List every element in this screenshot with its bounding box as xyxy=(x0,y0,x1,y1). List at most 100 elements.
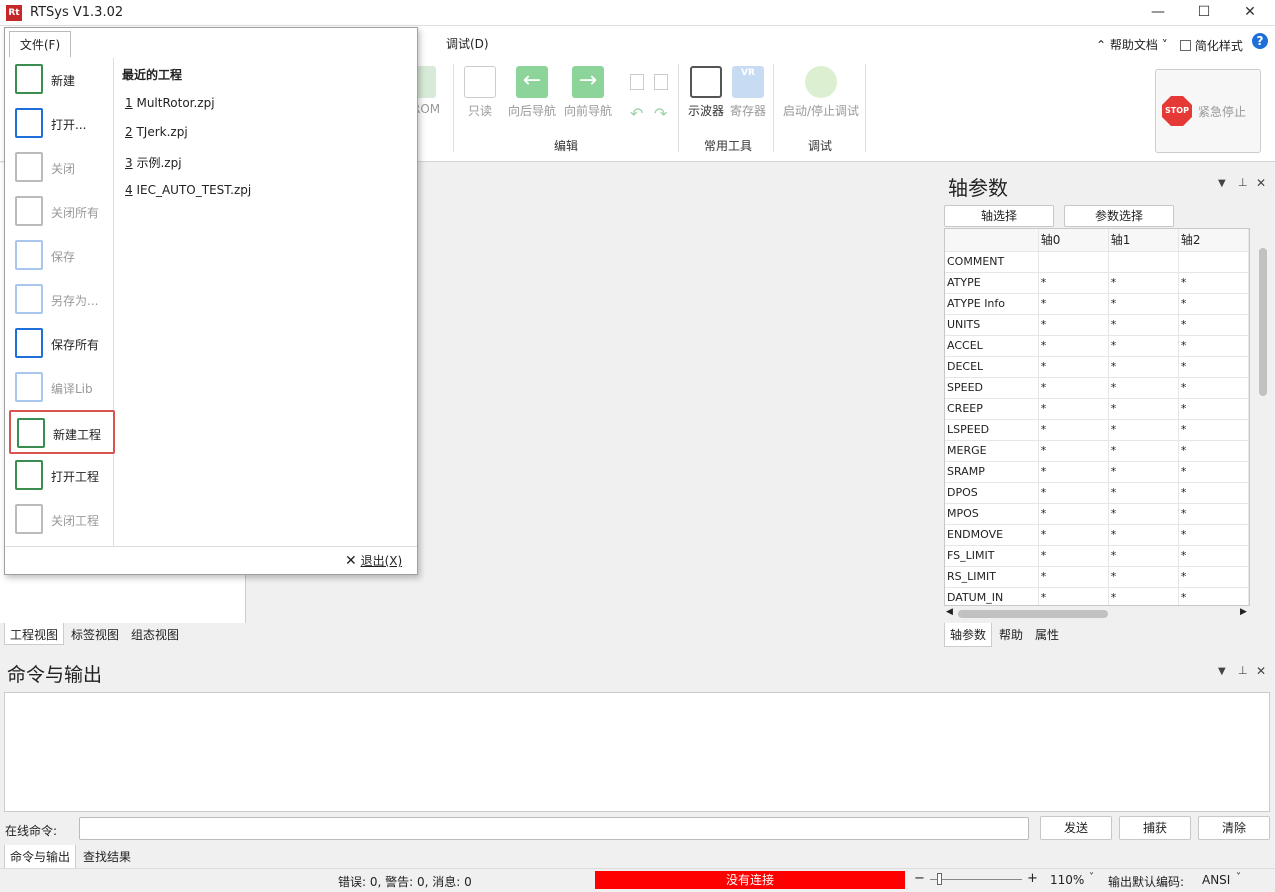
axis-select-button[interactable]: 轴选择 xyxy=(944,205,1054,227)
column-header[interactable]: 轴2 xyxy=(1178,229,1249,252)
pin-icon[interactable]: ⊥ xyxy=(1238,176,1248,189)
emergency-stop-button[interactable]: STOP 紧急停止 xyxy=(1155,69,1261,153)
param-value-cell[interactable]: * xyxy=(1178,356,1249,378)
param-value-cell[interactable]: * xyxy=(1038,356,1109,378)
scroll-left-icon[interactable]: ◀ xyxy=(946,607,953,617)
menu-item-new-file[interactable]: 新建 xyxy=(9,58,115,102)
param-value-cell[interactable]: * xyxy=(1178,272,1249,294)
zoom-slider-handle[interactable] xyxy=(937,873,942,885)
param-value-cell[interactable]: * xyxy=(1108,377,1179,399)
param-value-cell[interactable]: * xyxy=(1108,293,1179,315)
recent-project-item[interactable]: 1 MultRotor.zpj xyxy=(125,96,215,110)
exit-button[interactable]: ✕ 退出(X) xyxy=(345,552,402,569)
param-value-cell[interactable]: * xyxy=(1038,419,1109,441)
param-value-cell[interactable]: * xyxy=(1108,314,1179,336)
file-menu-tab[interactable]: 文件(F) xyxy=(9,31,71,57)
param-value-cell[interactable]: * xyxy=(1108,545,1179,567)
recent-project-item[interactable]: 4 IEC_AUTO_TEST.zpj xyxy=(125,183,251,197)
menu-item-save-as[interactable]: 另存为... xyxy=(9,278,115,322)
param-value-cell[interactable] xyxy=(1108,251,1179,273)
menu-item-compile-lib[interactable]: 编译Lib xyxy=(9,366,115,410)
readonly-button[interactable]: 只读 xyxy=(464,66,496,119)
clear-button[interactable]: 清除 xyxy=(1198,816,1270,840)
param-value-cell[interactable]: * xyxy=(1038,461,1109,483)
simplify-checkbox[interactable] xyxy=(1180,40,1191,51)
panel-close-icon[interactable]: ✕ xyxy=(1256,664,1266,678)
grid-horizontal-scrollbar[interactable]: ◀ ▶ xyxy=(944,607,1250,621)
close-window-button[interactable]: ✕ xyxy=(1227,0,1273,26)
column-header[interactable]: 轴1 xyxy=(1108,229,1179,252)
recent-project-item[interactable]: 2 TJerk.zpj xyxy=(125,125,188,139)
tab-debug[interactable]: 调试(D) xyxy=(446,35,489,52)
chevron-down-icon[interactable]: ˅ xyxy=(1236,872,1241,883)
param-value-cell[interactable]: * xyxy=(1178,335,1249,357)
param-value-cell[interactable]: * xyxy=(1038,314,1109,336)
tab-command-output[interactable]: 命令与输出 xyxy=(4,845,77,869)
menu-item-open-project[interactable]: 打开工程 xyxy=(9,454,115,498)
menu-item-open-folder[interactable]: 打开... xyxy=(9,102,115,146)
param-value-cell[interactable]: * xyxy=(1108,566,1179,588)
panel-dropdown-icon[interactable]: ▼ xyxy=(1218,666,1226,677)
tab-axis-params[interactable]: 轴参数 xyxy=(944,623,993,647)
connection-status-badge[interactable]: 没有连接 xyxy=(595,871,905,889)
param-value-cell[interactable]: * xyxy=(1178,419,1249,441)
param-value-cell[interactable]: * xyxy=(1038,587,1109,605)
param-value-cell[interactable]: * xyxy=(1178,524,1249,546)
param-value-cell[interactable]: * xyxy=(1108,587,1179,605)
param-value-cell[interactable]: * xyxy=(1038,440,1109,462)
capture-button[interactable]: 捕获 xyxy=(1119,816,1191,840)
undo-icon[interactable]: ↶ xyxy=(630,104,643,123)
help-docs-link[interactable]: ⌃ 帮助文档 ˅ xyxy=(1096,36,1168,53)
pin-icon[interactable]: ⊥ xyxy=(1238,664,1248,677)
param-value-cell[interactable]: * xyxy=(1108,503,1179,525)
param-value-cell[interactable]: * xyxy=(1178,566,1249,588)
nav-forward-button[interactable]: → 向前导航 xyxy=(562,66,614,119)
param-value-cell[interactable]: * xyxy=(1108,482,1179,504)
param-value-cell[interactable]: * xyxy=(1038,524,1109,546)
tab-project-view[interactable]: 工程视图 xyxy=(4,623,65,645)
param-value-cell[interactable]: * xyxy=(1038,503,1109,525)
zoom-out-button[interactable]: − xyxy=(914,871,925,886)
param-value-cell[interactable]: * xyxy=(1108,356,1179,378)
maximize-button[interactable]: ☐ xyxy=(1181,0,1227,26)
param-value-cell[interactable]: * xyxy=(1178,398,1249,420)
oscilloscope-button[interactable]: 示波器 xyxy=(686,66,726,119)
param-value-cell[interactable]: * xyxy=(1038,293,1109,315)
param-value-cell[interactable]: * xyxy=(1038,398,1109,420)
param-value-cell[interactable]: * xyxy=(1038,377,1109,399)
param-value-cell[interactable]: * xyxy=(1178,377,1249,399)
menu-item-close-project[interactable]: 关闭工程 xyxy=(9,498,115,542)
param-value-cell[interactable] xyxy=(1038,251,1109,273)
param-value-cell[interactable]: * xyxy=(1108,524,1179,546)
redo-icon[interactable]: ↷ xyxy=(654,104,667,123)
edit-doc-icon[interactable] xyxy=(630,74,644,90)
zoom-level[interactable]: 110% xyxy=(1050,873,1084,887)
param-value-cell[interactable]: * xyxy=(1108,419,1179,441)
nav-back-button[interactable]: ← 向后导航 xyxy=(506,66,558,119)
param-value-cell[interactable]: * xyxy=(1178,461,1249,483)
panel-dropdown-icon[interactable]: ▼ xyxy=(1218,178,1226,189)
grid-scroll-thumb[interactable] xyxy=(1259,248,1267,396)
param-value-cell[interactable]: * xyxy=(1038,566,1109,588)
chevron-down-icon[interactable]: ˅ xyxy=(1089,872,1094,883)
param-value-cell[interactable]: * xyxy=(1178,314,1249,336)
menu-item-save-all[interactable]: 保存所有 xyxy=(9,322,115,366)
zoom-slider-track[interactable] xyxy=(930,879,1022,880)
param-value-cell[interactable]: * xyxy=(1108,272,1179,294)
help-icon[interactable]: ? xyxy=(1252,33,1268,49)
param-value-cell[interactable]: * xyxy=(1178,503,1249,525)
panel-close-icon[interactable]: ✕ xyxy=(1256,176,1266,190)
param-value-cell[interactable]: * xyxy=(1178,482,1249,504)
register-button[interactable]: VR 寄存器 xyxy=(728,66,768,119)
menu-item-new-project[interactable]: 新建工程 xyxy=(9,410,115,454)
send-button[interactable]: 发送 xyxy=(1040,816,1112,840)
encoding-value[interactable]: ANSI xyxy=(1202,873,1230,887)
minimize-button[interactable]: — xyxy=(1135,0,1181,26)
menu-item-save[interactable]: 保存 xyxy=(9,234,115,278)
param-value-cell[interactable]: * xyxy=(1178,440,1249,462)
menu-item-close-all[interactable]: 关闭所有 xyxy=(9,190,115,234)
param-value-cell[interactable]: * xyxy=(1108,461,1179,483)
param-value-cell[interactable]: * xyxy=(1108,398,1179,420)
scroll-right-icon[interactable]: ▶ xyxy=(1240,607,1247,617)
start-stop-debug-button[interactable]: 启动/停止调试 xyxy=(780,66,862,119)
